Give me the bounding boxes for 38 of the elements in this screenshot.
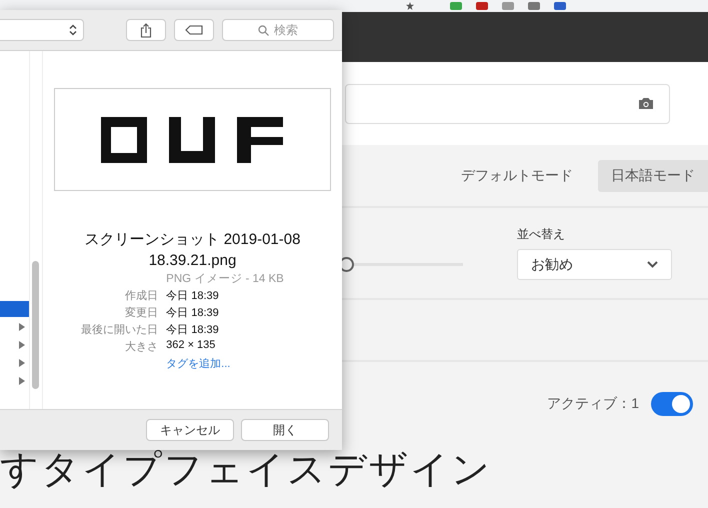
info-value: 今日 18:39 (166, 323, 220, 337)
tag-icon (184, 25, 203, 35)
sort-dropdown[interactable]: お勧め (517, 249, 672, 280)
file-name: スクリーンショット 2019-01-08 18.39.21.png (84, 230, 302, 271)
chevron-down-icon (647, 261, 658, 268)
disclosure-icon[interactable] (19, 377, 25, 385)
info-label: 最後に開いた日 (81, 323, 158, 337)
info-label: 変更日 (124, 306, 158, 320)
disclosure-icon[interactable] (19, 323, 25, 331)
dialog-button[interactable]: 開く (241, 419, 329, 441)
info-label: 大きさ (124, 340, 158, 354)
tag-button[interactable] (174, 19, 214, 41)
search-field[interactable] (345, 84, 670, 124)
search-icon (258, 24, 269, 36)
share-icon (140, 22, 152, 38)
info-label: 作成日 (124, 289, 158, 303)
info-value: 362 × 135 (166, 339, 216, 353)
active-count: アクティブ：1 (547, 395, 639, 413)
extension-icon[interactable] (554, 2, 566, 10)
scrollbar-thumb[interactable] (32, 261, 39, 389)
extension-icon[interactable] (476, 2, 488, 10)
updown-icon (69, 24, 78, 36)
camera-icon[interactable] (638, 97, 654, 110)
file-type: PNG イメージ - 14 KB (166, 272, 284, 286)
dialog-button[interactable]: キャンセル (146, 419, 234, 441)
info-value: 今日 18:39 (166, 289, 220, 303)
mode-tab[interactable]: 日本語モード (598, 160, 708, 192)
share-button[interactable] (126, 19, 166, 41)
add-tag-link[interactable]: タグを追加... (166, 356, 284, 371)
disclosure-icon[interactable] (19, 359, 25, 367)
page-heading: すタイプフェイスデザイン (0, 448, 492, 493)
info-value: 今日 18:39 (166, 306, 220, 320)
sort-label: 並べ替え (517, 226, 566, 243)
active-toggle[interactable] (651, 392, 693, 416)
disclosure-icon[interactable] (19, 341, 25, 349)
mode-tab[interactable]: デフォルトモード (448, 160, 586, 192)
extension-icon[interactable] (528, 2, 540, 10)
star-icon[interactable] (404, 2, 416, 10)
